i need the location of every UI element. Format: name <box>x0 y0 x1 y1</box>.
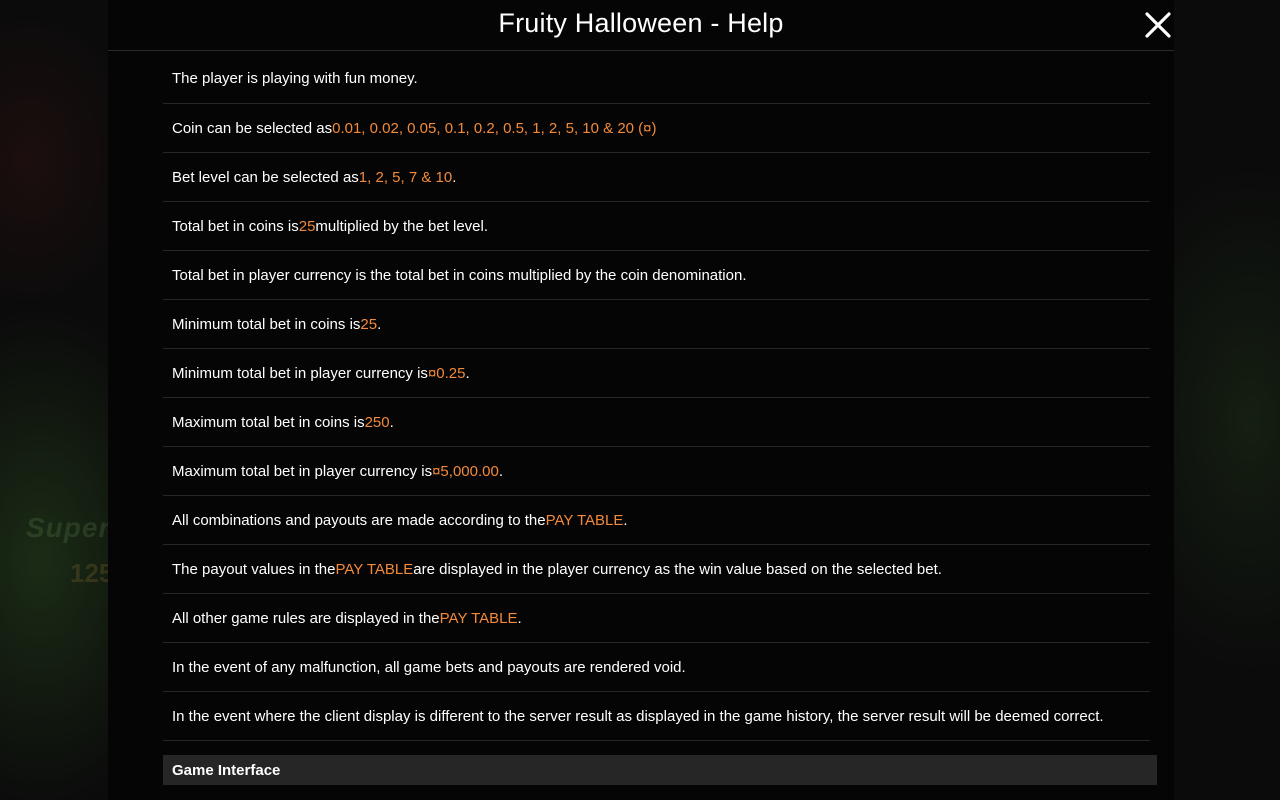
rule-text: Maximum total bet in player currency is <box>172 462 433 480</box>
rule-text-end: . <box>498 462 503 480</box>
rule-text-end: are displayed in the player currency as … <box>413 560 942 578</box>
game-background: Super 125 Fruity Halloween - Help The pl… <box>0 0 1280 800</box>
rule-highlight-bet-levels: 1, 2, 5, 7 & 10 <box>358 168 453 186</box>
rule-text: Bet level can be selected as <box>172 168 359 186</box>
rule-highlight-min-currency: ¤0.25 <box>427 364 466 382</box>
rule-text: Maximum total bet in coins is <box>172 413 365 431</box>
rule-max-bet-coins: Maximum total bet in coins is 250. <box>163 398 1150 447</box>
rule-text: All combinations and payouts are made ac… <box>172 511 546 529</box>
rule-text-end: . <box>465 364 470 382</box>
rule-text: The player is playing with fun money. <box>172 70 418 87</box>
rule-bet-levels: Bet level can be selected as 1, 2, 5, 7 … <box>163 153 1150 202</box>
close-button[interactable] <box>1140 7 1176 43</box>
pay-table-link: PAY TABLE <box>439 609 518 627</box>
rule-pay-table-combinations: All combinations and payouts are made ac… <box>163 496 1150 545</box>
page-title: Fruity Halloween - Help <box>498 8 784 38</box>
rule-text: In the event of any malfunction, all gam… <box>172 658 686 676</box>
rule-text-end: . <box>389 413 394 431</box>
rule-pay-table-values: The payout values in the PAY TABLE are d… <box>163 545 1150 594</box>
rule-text: All other game rules are displayed in th… <box>172 609 440 627</box>
rule-text: Minimum total bet in coins is <box>172 315 361 333</box>
rule-text-end: multiplied by the bet level. <box>315 217 489 235</box>
rule-highlight-coins: 25 <box>298 217 316 235</box>
rule-highlight-max-currency: ¤5,000.00 <box>432 462 499 480</box>
rule-text: Minimum total bet in player currency is <box>172 364 428 382</box>
background-game-text: Super <box>26 512 111 543</box>
rule-total-bet-coins: Total bet in coins is 25 multiplied by t… <box>163 202 1150 251</box>
rule-text-end: . <box>517 609 522 627</box>
pay-table-link: PAY TABLE <box>335 560 414 578</box>
pay-table-link: PAY TABLE <box>545 511 624 529</box>
rule-min-bet-coins: Minimum total bet in coins is 25. <box>163 300 1150 349</box>
rule-coin-values: Coin can be selected as 0.01, 0.02, 0.05… <box>163 104 1150 153</box>
rule-total-bet-currency: Total bet in player currency is the tota… <box>163 251 1150 300</box>
close-icon <box>1145 12 1171 38</box>
help-header: Fruity Halloween - Help <box>108 0 1174 51</box>
rule-highlight-min-coins: 25 <box>360 315 378 333</box>
rule-text: In the event where the client display is… <box>172 707 1104 725</box>
rule-server-result: In the event where the client display is… <box>163 692 1150 741</box>
rule-text: Total bet in coins is <box>172 217 299 235</box>
background-game-number: 125 <box>70 558 114 588</box>
rule-text: Coin can be selected as <box>172 119 333 137</box>
rule-text-end: . <box>452 168 457 186</box>
rule-text-end: . <box>377 315 382 333</box>
rule-malfunction: In the event of any malfunction, all gam… <box>163 643 1150 692</box>
rule-text-end: . <box>623 511 628 529</box>
rule-text: The payout values in the <box>172 560 336 578</box>
rule-text: Total bet in player currency is the tota… <box>172 266 747 284</box>
rule-highlight-coin-values: 0.01, 0.02, 0.05, 0.1, 0.2, 0.5, 1, 2, 5… <box>332 119 657 137</box>
rule-fun-money: The player is playing with fun money. <box>163 54 1150 104</box>
rule-max-bet-currency: Maximum total bet in player currency is … <box>163 447 1150 496</box>
rule-pay-table-other: All other game rules are displayed in th… <box>163 594 1150 643</box>
section-header-game-interface: Game Interface <box>163 755 1157 785</box>
rules-list: The player is playing with fun money. Co… <box>163 54 1157 741</box>
rule-min-bet-currency: Minimum total bet in player currency is … <box>163 349 1150 398</box>
rule-highlight-max-coins: 250 <box>364 413 390 431</box>
